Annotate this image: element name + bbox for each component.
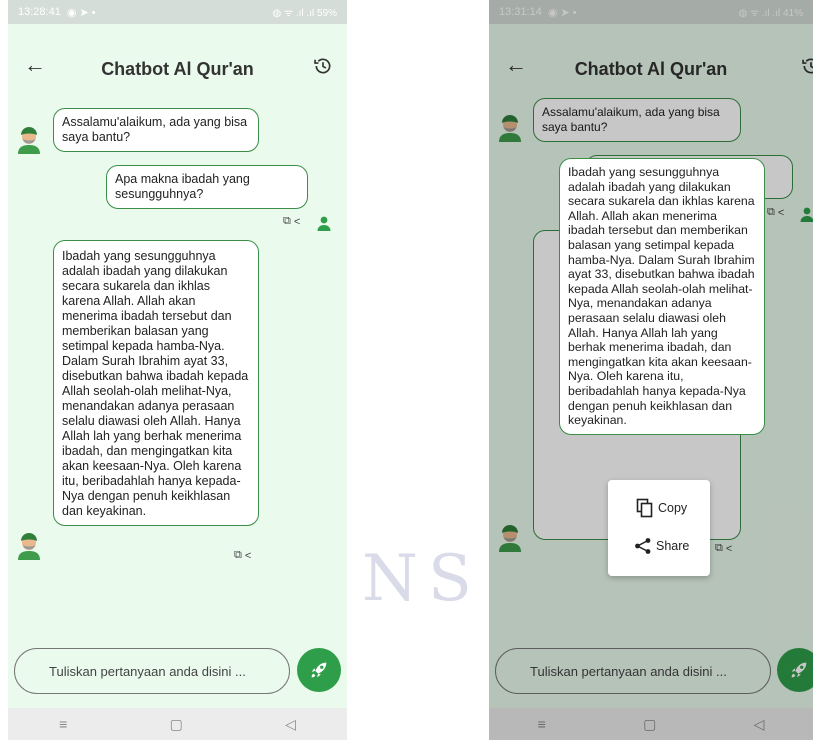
message-text: Ibadah yang sesungguhnya adalah ibadah y… — [62, 249, 249, 518]
history-icon[interactable] — [313, 56, 333, 76]
user-icon — [317, 216, 331, 231]
popup-message-text: Ibadah yang sesungguhnya adalah ibadah y… — [568, 165, 755, 428]
message-actions: ⧉ < — [234, 549, 251, 562]
share-icon — [635, 538, 651, 554]
selected-message-popup: Ibadah yang sesungguhnya adalah ibadah y… — [559, 158, 765, 435]
message-text: Apa makna ibadah yang sesungguhnya? — [115, 172, 250, 201]
page-title: Chatbot Al Qur'an — [101, 58, 254, 79]
home-icon[interactable]: ▢ — [170, 716, 183, 733]
arrow-left-icon[interactable]: ← — [24, 52, 46, 78]
battery-percent: 59% — [316, 8, 337, 19]
message-actions: ⧉ < — [283, 215, 300, 228]
share-icon[interactable]: < — [245, 550, 251, 562]
menu-icon[interactable]: ≡ — [59, 716, 67, 732]
bot-message-bubble[interactable]: Ibadah yang sesungguhnya adalah ibadah y… — [53, 240, 259, 526]
status-notification-icons: ◉ ➤ • — [66, 6, 96, 19]
copy-label: Copy — [658, 501, 688, 515]
system-nav-bar: ≡ ▢ ◁ — [8, 708, 347, 740]
share-label: Share — [656, 539, 690, 553]
send-button[interactable] — [297, 648, 341, 692]
rocket-icon — [311, 662, 327, 678]
share-icon[interactable]: < — [294, 216, 300, 228]
back-triangle-icon[interactable]: ◁ — [285, 716, 296, 733]
phone-screenshot-context-menu: 13:31:14 ◉ ➤ • ◍ ᯤ .ıl .ıl 41% ← Chatbot… — [489, 0, 813, 740]
user-message-bubble[interactable]: Apa makna ibadah yang sesungguhnya? — [106, 165, 308, 209]
status-bar: 13:28:41 ◉ ➤ • ◍ ᯤ .ıl .ıl 59% — [8, 0, 347, 24]
status-system-icons: ◍ ᯤ .ıl .ıl 59% — [272, 8, 337, 19]
input-placeholder: Tuliskan pertanyaan anda disini ... — [49, 663, 246, 679]
copy-icon[interactable]: ⧉ — [234, 549, 242, 562]
bot-avatar-icon — [18, 127, 40, 154]
context-menu-copy[interactable]: Copy — [608, 490, 710, 526]
input-row: Tuliskan pertanyaan anda disini ... — [8, 640, 347, 700]
copy-icon[interactable]: ⧉ — [283, 215, 291, 228]
bot-message-bubble[interactable]: Assalamu'alaikum, ada yang bisa saya ban… — [53, 108, 259, 152]
copy-icon — [636, 498, 653, 518]
status-time: 13:28:41 — [18, 6, 61, 18]
bot-avatar-icon — [18, 533, 40, 560]
watermark-letter-s: S — [428, 542, 478, 616]
context-menu: Copy Share — [608, 480, 710, 576]
message-text: Assalamu'alaikum, ada yang bisa saya ban… — [62, 115, 248, 144]
app-bar: ← Chatbot Al Qur'an — [8, 44, 347, 94]
watermark-letter-n: N — [362, 542, 424, 616]
context-menu-share[interactable]: Share — [608, 528, 710, 564]
phone-screenshot-chat: 13:28:41 ◉ ➤ • ◍ ᯤ .ıl .ıl 59% ← Chatbot… — [8, 0, 347, 740]
question-input[interactable]: Tuliskan pertanyaan anda disini ... — [14, 648, 290, 694]
